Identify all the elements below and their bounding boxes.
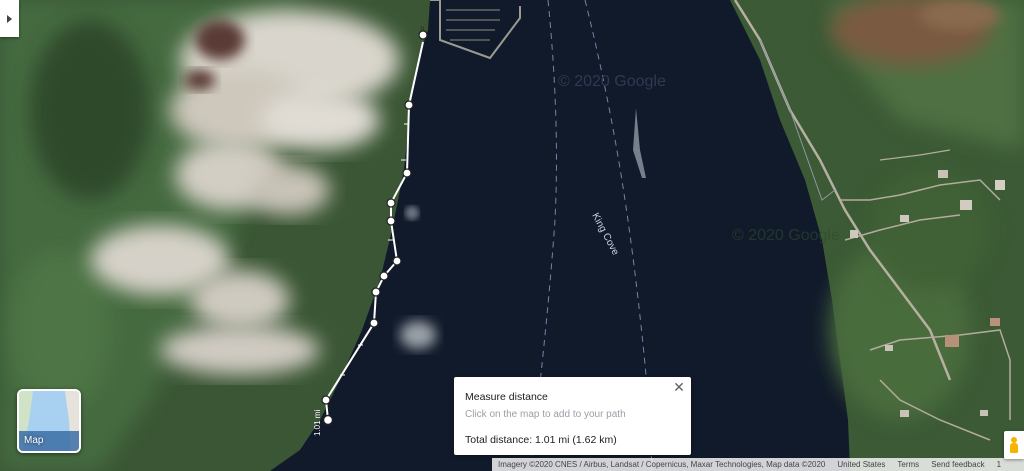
measure-vertex[interactable] — [371, 287, 381, 297]
measure-vertex[interactable] — [386, 216, 396, 226]
send-feedback-link[interactable]: Send feedback — [925, 460, 990, 469]
measure-card-title: Measure distance — [465, 391, 548, 403]
map-watermark: © 2020 Google — [732, 227, 840, 244]
measure-vertex[interactable] — [321, 395, 331, 405]
scale-label[interactable]: 1 — [991, 460, 1007, 469]
measure-total-distance: Total distance: 1.01 mi (1.62 km) — [465, 434, 617, 446]
measure-vertex[interactable] — [386, 198, 396, 208]
map-layer-label: Map — [24, 435, 44, 446]
map-layer-toggle[interactable]: Map — [17, 389, 81, 453]
cloud-over-water — [405, 206, 419, 220]
expand-side-panel-button[interactable] — [0, 0, 19, 37]
measure-vertex[interactable] — [392, 256, 402, 266]
map-attribution-bar: Imagery ©2020 CNES / Airbus, Landsat / C… — [492, 458, 1024, 471]
region-link[interactable]: United States — [831, 460, 891, 469]
measure-card-hint: Click on the map to add to your path — [465, 409, 626, 420]
map-watermark: © 2020 Google — [558, 73, 666, 90]
imagery-attribution: Imagery ©2020 CNES / Airbus, Landsat / C… — [498, 460, 826, 469]
terms-link[interactable]: Terms — [891, 460, 925, 469]
chevron-right-icon — [7, 14, 12, 23]
street-view-pegman[interactable] — [1004, 431, 1024, 459]
measure-vertex[interactable] — [404, 100, 414, 110]
pegman-icon — [1010, 443, 1018, 453]
measure-vertex[interactable] — [402, 168, 412, 178]
cloud-over-water — [400, 321, 436, 349]
measure-vertex[interactable] — [369, 318, 379, 328]
measure-vertex[interactable] — [379, 271, 389, 281]
close-icon[interactable]: ✕ — [672, 380, 686, 394]
measure-distance-card: ✕ Measure distance Click on the map to a… — [454, 377, 691, 455]
measure-distance-tag: 1.01 mi — [313, 410, 322, 436]
measure-end-vertex[interactable] — [322, 414, 334, 426]
